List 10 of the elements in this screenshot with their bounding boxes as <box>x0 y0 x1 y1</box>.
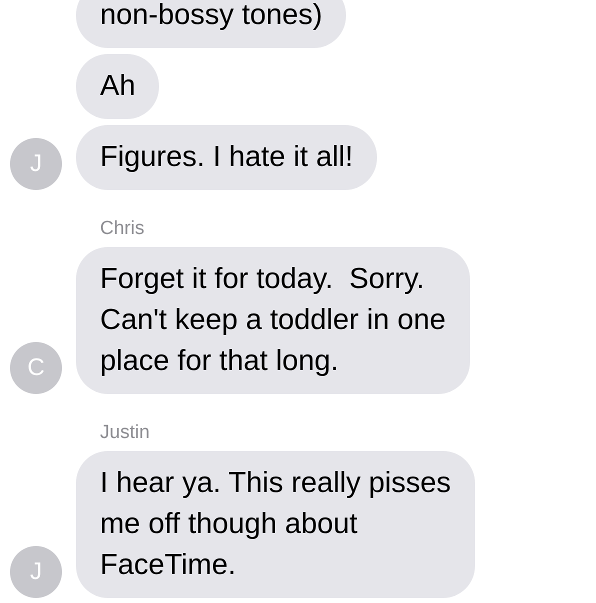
message-bubble: I hear ya. This really pisses me off though about FaceTime. <box>76 451 475 598</box>
sender-name: Justin <box>100 421 151 445</box>
message-bubble: Figures. I hate it all! <box>76 125 378 190</box>
message-bubble: Forget it for today. Sorry. Can't keep a toddler in one place for that long. <box>76 247 470 394</box>
sender-name: Chris <box>100 217 146 241</box>
avatar[interactable]: C <box>10 342 62 394</box>
avatar[interactable]: J <box>10 138 62 190</box>
avatar[interactable]: J <box>10 546 62 598</box>
message-bubble: non-bossy tones) <box>76 0 346 48</box>
message-bubble: Ah <box>76 54 160 119</box>
